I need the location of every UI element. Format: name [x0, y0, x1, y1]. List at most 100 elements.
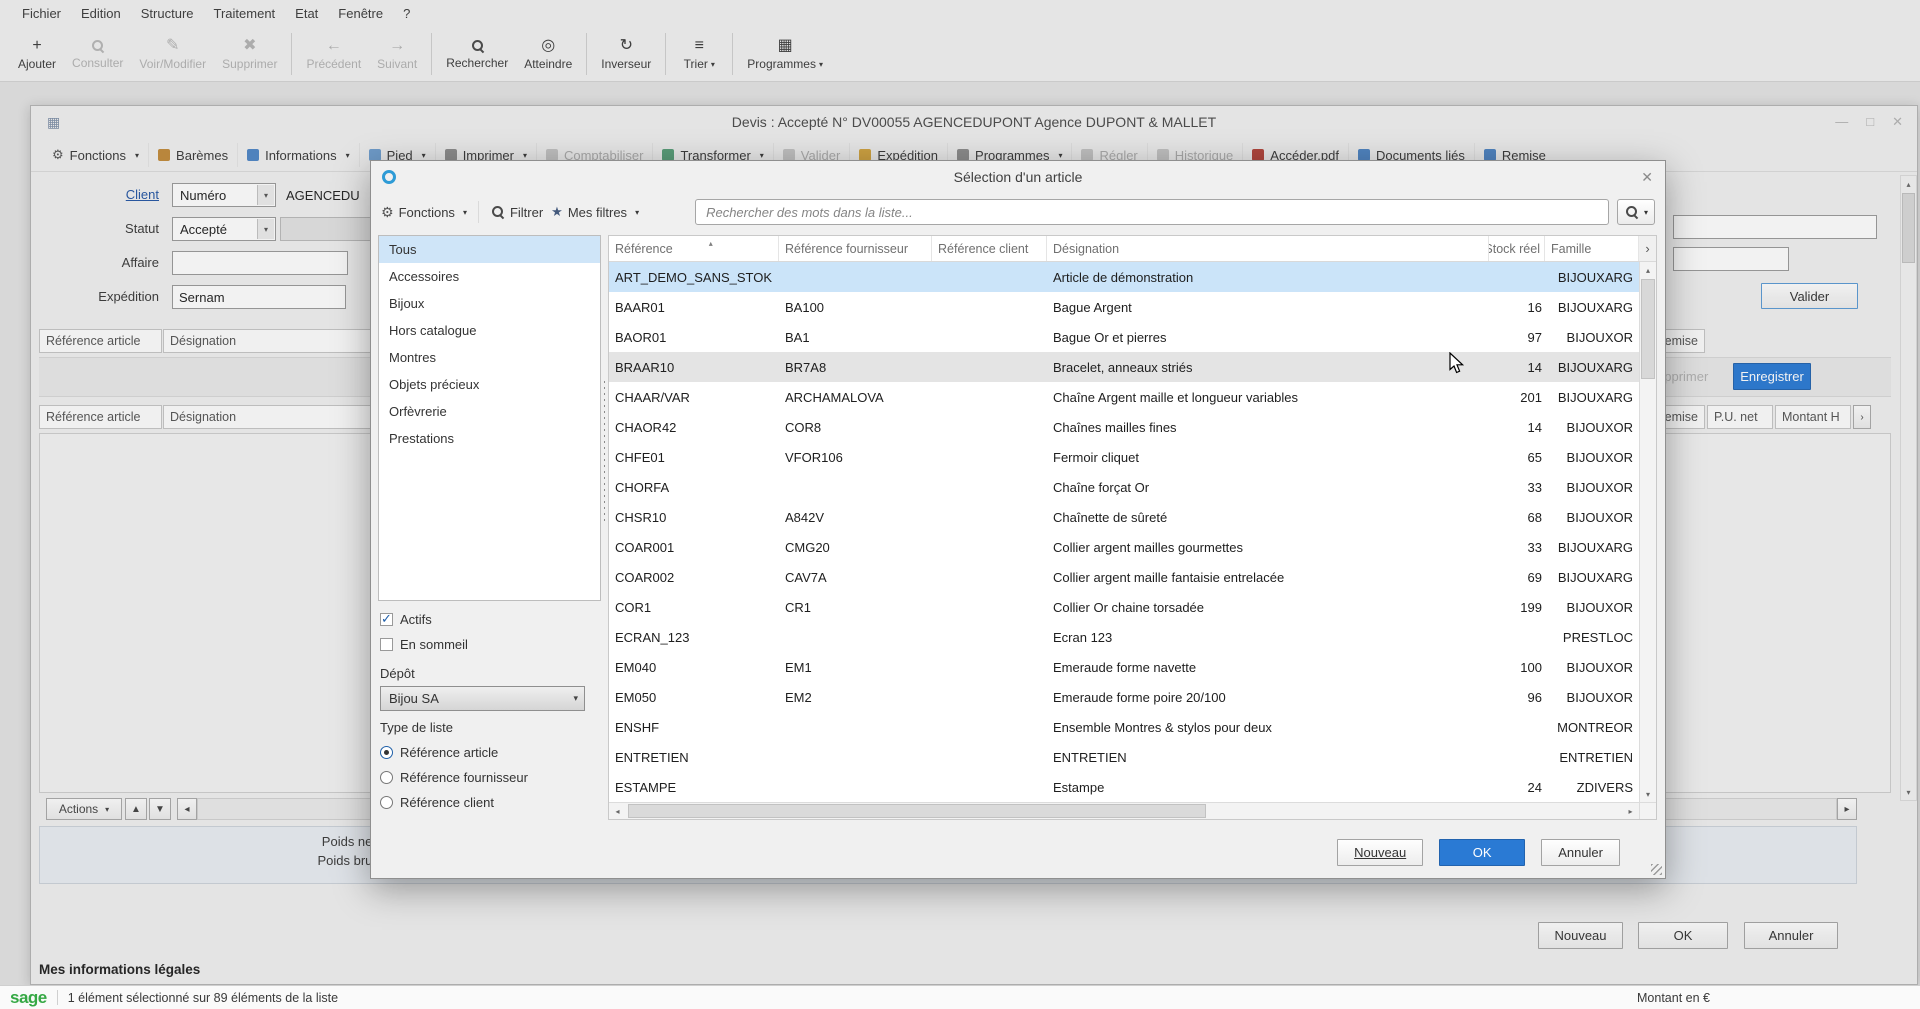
ribbon-button-fonctions[interactable]: ⚙Fonctions▾ [43, 143, 149, 167]
table-row-baor01[interactable]: BAOR01BA1Bague Or et pierres97BIJOUXOR [609, 322, 1639, 352]
annuler-button[interactable]: Annuler [1541, 839, 1620, 866]
scroll-up-icon[interactable]: ▴ [1640, 262, 1656, 278]
window-nouveau-button[interactable]: Nouveau [1538, 922, 1623, 949]
radio-option-reference-fournisseur[interactable]: Référence fournisseur [380, 765, 597, 790]
scroll-up-icon[interactable]: ▴ [1901, 176, 1916, 192]
affaire-input[interactable] [172, 251, 348, 275]
ribbon-button-baremes[interactable]: Barèmes [149, 143, 238, 167]
minimize-icon[interactable]: — [1835, 106, 1848, 138]
table-row-ecran-123[interactable]: ECRAN_123Ecran 123PRESTLOC [609, 622, 1639, 652]
filtrer-button[interactable]: Filtrer [490, 204, 543, 220]
en-sommeil-checkbox[interactable]: En sommeil [380, 632, 597, 657]
scrollbar-thumb[interactable] [628, 804, 1206, 818]
table-row-cor1[interactable]: COR1CR1Collier Or chaine torsadée199BIJO… [609, 592, 1639, 622]
scroll-left-icon[interactable]: ◂ [609, 803, 626, 819]
statut-dropdown[interactable]: Accepté ▾ [172, 217, 276, 241]
window-ok-button[interactable]: OK [1638, 922, 1728, 949]
hscroll-track[interactable] [626, 803, 1622, 819]
enregistrer-button[interactable]: Enregistrer [1733, 363, 1811, 390]
grid-horizontal-scrollbar[interactable]: ◂ ▸ [609, 802, 1656, 819]
category-item-objets-precieux[interactable]: Objets précieux [379, 371, 600, 398]
menu-item-edition[interactable]: Edition [71, 6, 131, 21]
expedition-input[interactable] [172, 285, 346, 309]
hscroll-left-button[interactable]: ◂ [177, 798, 197, 820]
maximize-icon[interactable]: □ [1866, 106, 1874, 138]
toolbar-button-programmes[interactable]: ▦Programmes▾ [739, 29, 831, 79]
grid2-header-reference-article[interactable]: Référence article [39, 405, 162, 429]
search-input[interactable] [695, 199, 1609, 225]
category-item-orfevrerie[interactable]: Orfèvrerie [379, 398, 600, 425]
resize-grip[interactable] [1651, 864, 1662, 875]
radio-option-reference-article[interactable]: Référence article [380, 740, 597, 765]
right-field-1[interactable] [1673, 215, 1877, 239]
category-item-accessoires[interactable]: Accessoires [379, 263, 600, 290]
column-header-famille[interactable]: Famille [1545, 236, 1639, 261]
radio-option-reference-client[interactable]: Référence client [380, 790, 597, 815]
table-row-chfe01[interactable]: CHFE01VFOR106Fermoir cliquet65BIJOUXOR [609, 442, 1639, 472]
table-row-braar10[interactable]: BRAAR10BR7A8Bracelet, anneaux striés14BI… [609, 352, 1639, 382]
close-icon[interactable]: ✕ [1641, 161, 1653, 193]
table-row-coar001[interactable]: COAR001CMG20Collier argent mailles gourm… [609, 532, 1639, 562]
grid1-header-reference-article[interactable]: Référence article [39, 329, 162, 353]
column-header-reference-client[interactable]: Référence client [932, 236, 1047, 261]
window-annuler-button[interactable]: Annuler [1744, 922, 1838, 949]
depot-dropdown[interactable]: Bijou SA ▾ [380, 686, 585, 711]
toolbar-button-inverseur[interactable]: ↻Inverseur [593, 29, 659, 79]
valider-button[interactable]: Valider [1761, 283, 1858, 309]
column-header-reference[interactable]: Référence▴ [609, 236, 779, 261]
column-chooser-button[interactable]: › [1639, 236, 1656, 261]
move-down-button[interactable]: ▼ [149, 798, 171, 820]
client-label[interactable]: Client [91, 187, 159, 202]
close-icon[interactable]: ✕ [1892, 106, 1903, 138]
category-item-hors-catalogue[interactable]: Hors catalogue [379, 317, 600, 344]
actions-button[interactable]: Actions ▾ [46, 798, 122, 820]
table-row-chaar-var[interactable]: CHAAR/VARARCHAMALOVAChaîne Argent maille… [609, 382, 1639, 412]
category-item-prestations[interactable]: Prestations [379, 425, 600, 452]
table-row-chorfa[interactable]: CHORFAChaîne forçat Or33BIJOUXOR [609, 472, 1639, 502]
column-header-stock-reel[interactable]: Stock réel [1489, 236, 1545, 261]
toolbar-button-ajouter[interactable]: +Ajouter [10, 29, 64, 79]
menu-item-fenetre[interactable]: Fenêtre [328, 6, 393, 21]
ribbon-button-informations[interactable]: Informations▾ [238, 143, 360, 167]
menu-item-etat[interactable]: Etat [285, 6, 328, 21]
window-vertical-scrollbar[interactable]: ▴ ▾ [1900, 175, 1917, 801]
table-row-art-demo-sans-stok[interactable]: ART_DEMO_SANS_STOKArticle de démonstrati… [609, 262, 1639, 292]
toolbar-button-atteindre[interactable]: ◎Atteindre [516, 29, 580, 79]
ok-button[interactable]: OK [1439, 839, 1525, 866]
search-button[interactable]: ▾ [1617, 199, 1655, 225]
nouveau-button[interactable]: Nouveau [1337, 839, 1423, 866]
category-item-montres[interactable]: Montres [379, 344, 600, 371]
table-row-chaor42[interactable]: CHAOR42COR8Chaînes mailles fines14BIJOUX… [609, 412, 1639, 442]
table-row-em040[interactable]: EM040EM1Emeraude forme navette100BIJOUXO… [609, 652, 1639, 682]
mes-filtres-button[interactable]: ★ Mes filtres ▾ [551, 204, 639, 220]
grid2-header-montant-ht[interactable]: Montant H [1775, 405, 1851, 429]
column-header-designation[interactable]: Désignation [1047, 236, 1489, 261]
actifs-checkbox[interactable]: Actifs [380, 607, 597, 632]
table-row-entretien[interactable]: ENTRETIENENTRETIENENTRETIEN [609, 742, 1639, 772]
category-item-bijoux[interactable]: Bijoux [379, 290, 600, 317]
dialog-titlebar[interactable]: Sélection d'un article ✕ [371, 161, 1665, 193]
table-row-em050[interactable]: EM050EM2Emeraude forme poire 20/10096BIJ… [609, 682, 1639, 712]
scrollbar-thumb[interactable] [1902, 193, 1915, 263]
right-field-2[interactable] [1673, 247, 1789, 271]
category-item-tous[interactable]: Tous [379, 236, 600, 263]
scroll-right-icon[interactable]: ▸ [1622, 803, 1639, 819]
menu-item-fichier[interactable]: Fichier [12, 6, 71, 21]
fonctions-menu-button[interactable]: ⚙ Fonctions ▾ [381, 204, 467, 221]
grid2-columns-scroll-right-button[interactable]: › [1853, 405, 1871, 429]
window-titlebar[interactable]: ▦ Devis : Accepté N° DV00055 AGENCEDUPON… [31, 106, 1917, 138]
table-row-baar01[interactable]: BAAR01BA100Bague Argent16BIJOUXARG [609, 292, 1639, 322]
client-mode-dropdown[interactable]: Numéro ▾ [172, 183, 276, 207]
column-header-reference-fournisseur[interactable]: Référence fournisseur [779, 236, 932, 261]
toolbar-button-rechercher[interactable]: Rechercher [438, 29, 516, 79]
menu-item-structure[interactable]: Structure [131, 6, 204, 21]
grid-vertical-scrollbar[interactable]: ▴ ▾ [1639, 262, 1656, 802]
grid2-header-pu-net[interactable]: P.U. net [1707, 405, 1773, 429]
table-row-coar002[interactable]: COAR002CAV7ACollier argent maille fantai… [609, 562, 1639, 592]
hscroll-right-button[interactable]: ▸ [1837, 798, 1857, 820]
panel-splitter[interactable] [601, 231, 608, 826]
menu-item-help[interactable]: ? [393, 6, 420, 21]
move-up-button[interactable]: ▲ [125, 798, 147, 820]
table-row-estampe[interactable]: ESTAMPEEstampe24ZDIVERS [609, 772, 1639, 802]
scrollbar-thumb[interactable] [1641, 279, 1655, 379]
